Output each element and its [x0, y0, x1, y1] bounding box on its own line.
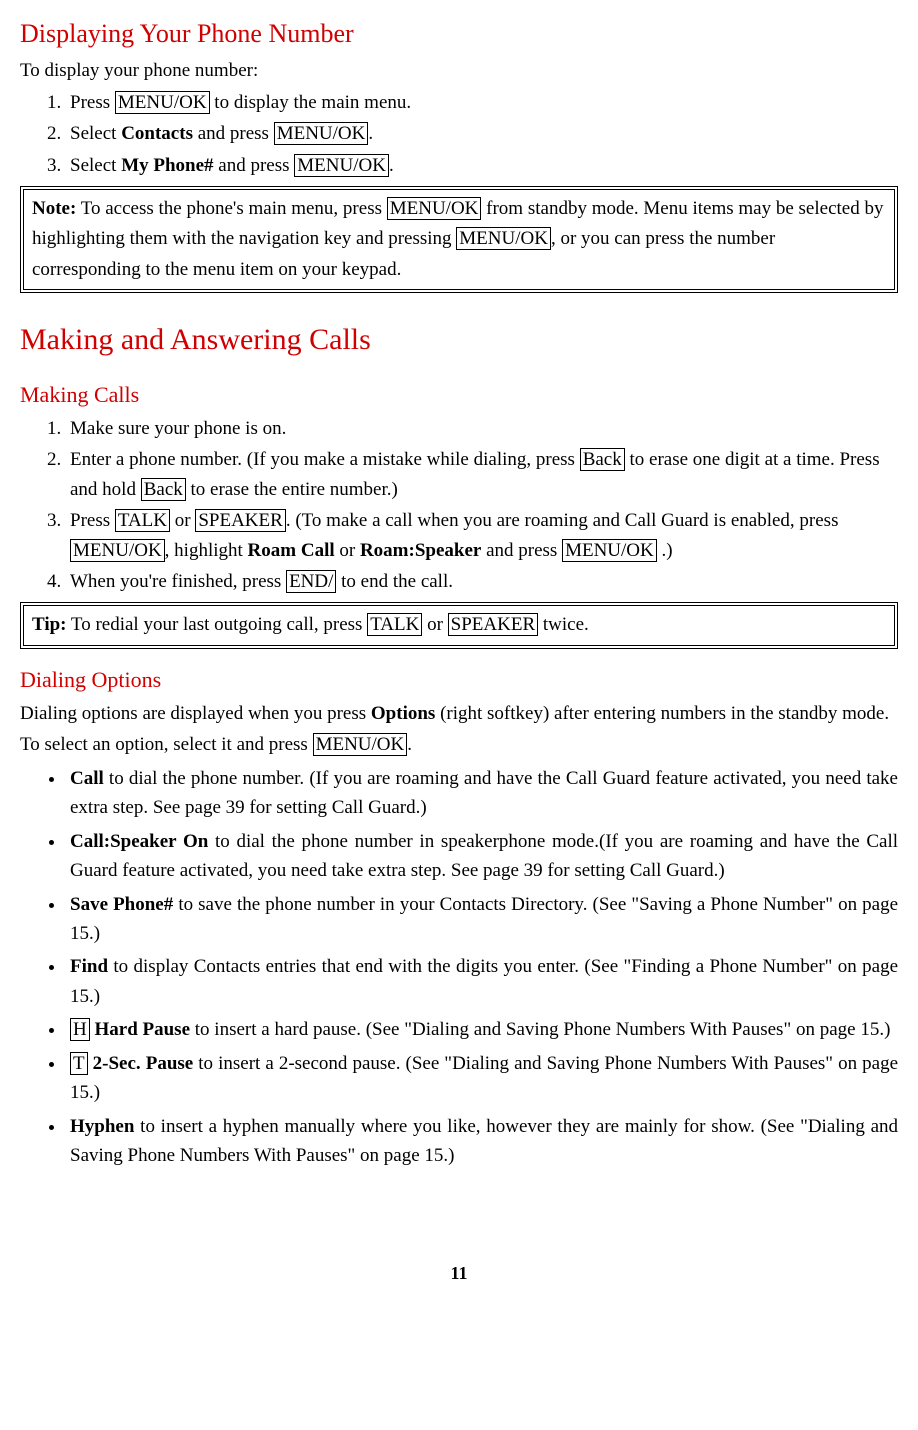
menu-ok-key: MENU/OK: [294, 154, 389, 177]
text: or: [422, 614, 447, 635]
h-key: H: [70, 1018, 90, 1041]
text: Select: [70, 123, 121, 144]
back-key: Back: [141, 478, 186, 501]
back-key: Back: [580, 448, 625, 471]
intro-text: Dialing options are displayed when you p…: [20, 699, 898, 728]
options-list: Call to dial the phone number. (If you a…: [20, 764, 898, 1171]
heading-displaying-phone-number: Displaying Your Phone Number: [20, 14, 898, 54]
list-item: H Hard Pause to insert a hard pause. (Se…: [66, 1015, 898, 1044]
hard-pause-label: Hard Pause: [94, 1019, 190, 1040]
text: Select: [70, 155, 121, 176]
heading-making-calls: Making Calls: [20, 378, 898, 412]
intro-text: To select an option, select it and press…: [20, 730, 898, 759]
text: twice.: [538, 614, 589, 635]
options-label: Options: [371, 703, 435, 724]
steps-list: Press MENU/OK to display the main menu. …: [20, 88, 898, 180]
menu-ok-key: MENU/OK: [70, 539, 165, 562]
text: .: [407, 734, 412, 755]
text: , highlight: [165, 540, 248, 561]
speaker-key: SPEAKER: [195, 509, 285, 532]
menu-ok-key: MENU/OK: [274, 122, 369, 145]
step-item: Make sure your phone is on.: [66, 414, 898, 443]
intro-text: To display your phone number:: [20, 56, 898, 85]
step-item: Select My Phone# and press MENU/OK.: [66, 151, 898, 180]
list-item: Find to display Contacts entries that en…: [66, 952, 898, 1011]
note-label: Note:: [32, 198, 76, 219]
text: to insert a hard pause. (See "Dialing an…: [190, 1019, 890, 1040]
talk-key: TALK: [367, 613, 422, 636]
t-key: T: [70, 1052, 88, 1075]
menu-ok-key: MENU/OK: [456, 227, 551, 250]
roam-call-label: Roam Call: [248, 540, 335, 561]
text: to display Contacts entries that end wit…: [70, 956, 898, 1006]
roam-speaker-label: Roam:Speaker: [360, 540, 481, 561]
text: To redial your last outgoing call, press: [67, 614, 368, 635]
list-item: Call to dial the phone number. (If you a…: [66, 764, 898, 823]
my-phone-label: My Phone#: [121, 155, 213, 176]
text: .: [389, 155, 394, 176]
text: Press: [70, 92, 115, 113]
text: to erase the entire number.): [186, 479, 398, 500]
list-item: Hyphen to insert a hyphen manually where…: [66, 1112, 898, 1171]
end-key: END/: [286, 570, 336, 593]
speaker-key: SPEAKER: [448, 613, 538, 636]
note-box: Note: To access the phone's main menu, p…: [20, 186, 898, 293]
two-sec-pause-label: 2-Sec. Pause: [93, 1053, 194, 1074]
text: to dial the phone number. (If you are ro…: [70, 768, 898, 818]
menu-ok-key: MENU/OK: [562, 539, 657, 562]
text: .): [657, 540, 673, 561]
list-item: T 2-Sec. Pause to insert a 2-second paus…: [66, 1049, 898, 1108]
text: to end the call.: [336, 571, 453, 592]
text: Dialing options are displayed when you p…: [20, 703, 371, 724]
text: to display the main menu.: [210, 92, 412, 113]
heading-dialing-options: Dialing Options: [20, 663, 898, 697]
call-label: Call: [70, 768, 104, 789]
text: When you're finished, press: [70, 571, 286, 592]
text: To select an option, select it and press: [20, 734, 313, 755]
text: . (To make a call when you are roaming a…: [286, 510, 839, 531]
step-item: Enter a phone number. (If you make a mis…: [66, 445, 898, 504]
text: (right softkey) after entering numbers i…: [435, 703, 889, 724]
step-item: Press TALK or SPEAKER. (To make a call w…: [66, 506, 898, 565]
step-item: Select Contacts and press MENU/OK.: [66, 119, 898, 148]
call-speaker-on-label: Call:Speaker On: [70, 831, 208, 852]
tip-box: Tip: To redial your last outgoing call, …: [20, 602, 898, 648]
text: to insert a hyphen manually where you li…: [70, 1116, 898, 1166]
menu-ok-key: MENU/OK: [313, 733, 408, 756]
step-item: Press MENU/OK to display the main menu.: [66, 88, 898, 117]
steps-list: Make sure your phone is on. Enter a phon…: [20, 414, 898, 597]
text: and press: [481, 540, 562, 561]
text: to insert a 2-second pause. (See "Dialin…: [70, 1053, 898, 1103]
hyphen-label: Hyphen: [70, 1116, 134, 1137]
text: Enter a phone number. (If you make a mis…: [70, 449, 580, 470]
list-item: Call:Speaker On to dial the phone number…: [66, 827, 898, 886]
text: or: [335, 540, 360, 561]
save-phone-label: Save Phone#: [70, 894, 173, 915]
list-item: Save Phone# to save the phone number in …: [66, 890, 898, 949]
step-item: When you're finished, press END/ to end …: [66, 567, 898, 596]
text: To access the phone's main menu, press: [76, 198, 386, 219]
find-label: Find: [70, 956, 108, 977]
text: .: [368, 123, 373, 144]
text: or: [170, 510, 195, 531]
page-number: 11: [20, 1260, 898, 1288]
menu-ok-key: MENU/OK: [387, 197, 482, 220]
menu-ok-key: MENU/OK: [115, 91, 210, 114]
contacts-label: Contacts: [121, 123, 193, 144]
text: and press: [193, 123, 274, 144]
text: and press: [214, 155, 295, 176]
heading-making-answering-calls: Making and Answering Calls: [20, 317, 898, 364]
talk-key: TALK: [115, 509, 170, 532]
text: to save the phone number in your Contact…: [70, 894, 898, 944]
tip-label: Tip:: [32, 614, 67, 635]
text: Press: [70, 510, 115, 531]
